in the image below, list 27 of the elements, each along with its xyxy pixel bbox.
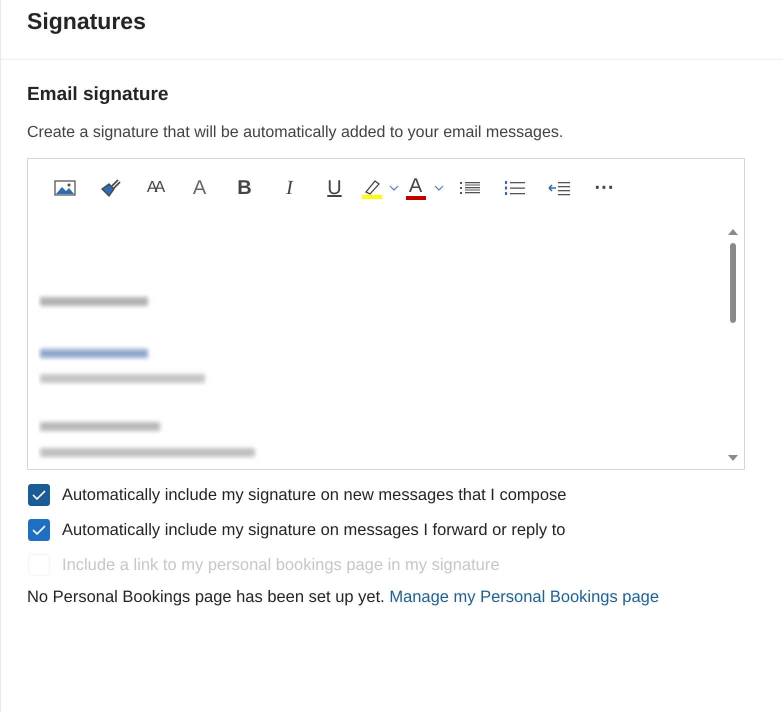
page-title: Signatures — [27, 8, 146, 35]
font-color-button[interactable]: A — [402, 171, 447, 205]
section-description: Create a signature that will be automatically added to your email messages. — [27, 124, 564, 142]
checkbox-label: Automatically include my signature on messages I forward or reply to — [62, 520, 566, 540]
italic-button[interactable]: I — [267, 171, 312, 205]
checkmark-icon — [32, 489, 46, 501]
checkbox-label: Include a link to my personal bookings page in my signature — [62, 556, 500, 574]
paintbrush-icon — [98, 177, 120, 199]
font-size-button[interactable]: AA — [132, 171, 177, 205]
grow-font-button[interactable]: A — [177, 171, 222, 205]
numbered-list-icon — [504, 180, 526, 196]
checkbox-label: Automatically include my signature on new messages that I compose — [62, 486, 566, 504]
more-options-button[interactable]: ··· — [582, 171, 627, 205]
bookings-note: No Personal Bookings page has been set up yet. Manage my Personal Bookings page — [27, 588, 660, 607]
bulleted-list-icon — [458, 180, 480, 196]
image-icon — [54, 180, 76, 196]
decrease-indent-icon — [548, 180, 572, 196]
checkmark-icon — [32, 524, 46, 536]
signature-editor[interactable]: AA A B I U A ··· — [27, 158, 745, 470]
underline-button[interactable]: U — [312, 171, 357, 205]
checkbox[interactable] — [28, 519, 50, 541]
caret-icon — [434, 185, 444, 191]
bookings-link[interactable]: Manage my Personal Bookings page — [389, 588, 659, 606]
caret-icon — [388, 185, 398, 191]
bold-button[interactable]: B — [222, 171, 267, 205]
section-title: Email signature — [27, 84, 168, 106]
checkbox[interactable] — [28, 484, 50, 506]
